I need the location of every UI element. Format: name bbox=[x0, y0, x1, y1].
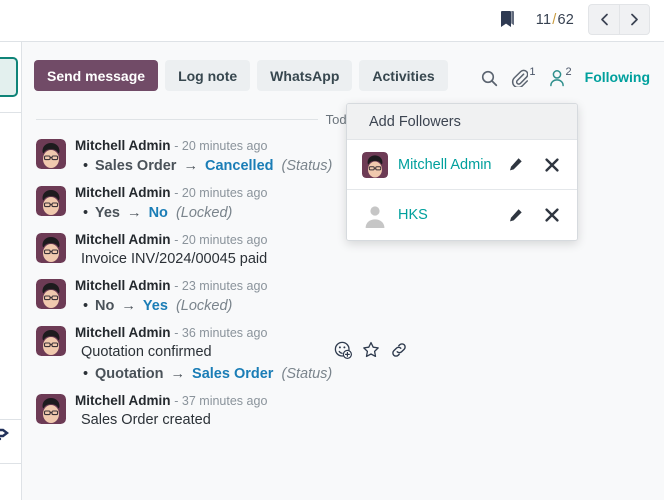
tracking-new-value: Cancelled bbox=[204, 158, 274, 174]
previous-record-button[interactable] bbox=[588, 4, 619, 35]
tracking-old-value: Sales Order bbox=[95, 158, 177, 174]
follower-row: HKS bbox=[347, 190, 577, 240]
pager-buttons bbox=[588, 4, 650, 35]
send-arrow-icon[interactable] bbox=[0, 427, 12, 448]
message-hover-actions bbox=[334, 341, 408, 359]
attachment-count: 1 bbox=[529, 65, 536, 78]
bullet-icon: • bbox=[83, 298, 89, 314]
follower-row: Mitchell Admin bbox=[347, 140, 577, 190]
activities-button[interactable]: Activities bbox=[359, 60, 448, 91]
message-text: Invoice INV/2024/00045 paid bbox=[81, 251, 268, 267]
message-timestamp: - 37 minutes ago bbox=[174, 394, 268, 408]
app-root: 11/62 Send message Log note WhatsApp Act… bbox=[0, 0, 664, 500]
tracking-change: • Quotation → Sales Order (Status) bbox=[75, 363, 650, 385]
close-icon[interactable] bbox=[545, 208, 559, 222]
tracking-old-value: Quotation bbox=[95, 366, 164, 382]
follower-name[interactable]: Mitchell Admin bbox=[398, 157, 498, 173]
tracking-old-value: No bbox=[95, 298, 115, 314]
message-timestamp: - 23 minutes ago bbox=[174, 279, 268, 293]
left-divider bbox=[0, 112, 22, 113]
tracking-change: • No → Yes (Locked) bbox=[75, 295, 650, 317]
tracking-field-name: (Status) bbox=[281, 158, 333, 174]
log-note-button[interactable]: Log note bbox=[165, 60, 251, 91]
divider-line-left bbox=[36, 118, 318, 120]
tracking-arrow-icon: → bbox=[121, 298, 136, 314]
tracking-field-name: (Locked) bbox=[175, 298, 233, 314]
message-author[interactable]: Mitchell Admin bbox=[75, 278, 171, 293]
message-timestamp: - 36 minutes ago bbox=[174, 326, 268, 340]
avatar[interactable] bbox=[36, 326, 66, 356]
message-timestamp: - 20 minutes ago bbox=[174, 139, 268, 153]
avatar[interactable] bbox=[36, 394, 66, 424]
message-author[interactable]: Mitchell Admin bbox=[75, 393, 171, 408]
avatar[interactable] bbox=[36, 233, 66, 263]
mark-todo-star-icon[interactable] bbox=[362, 341, 380, 359]
bullet-icon: • bbox=[83, 205, 89, 221]
pager-total: 62 bbox=[557, 11, 574, 28]
pager-area: 11/62 bbox=[493, 4, 650, 35]
tracking-field-name: (Status) bbox=[281, 366, 333, 382]
left-form-panel bbox=[0, 42, 22, 500]
left-divider-3 bbox=[0, 463, 22, 464]
message-author[interactable]: Mitchell Admin bbox=[75, 325, 171, 340]
message-item: Mitchell Admin - 37 minutes ago Sales Or… bbox=[36, 389, 650, 435]
attachment-button[interactable]: 1 bbox=[511, 65, 536, 87]
message-item: Mitchell Admin - 23 minutes ago • No → Y… bbox=[36, 274, 650, 321]
tracking-new-value: Yes bbox=[142, 298, 168, 314]
bullet-icon: • bbox=[83, 158, 89, 174]
add-reaction-icon[interactable] bbox=[334, 341, 352, 359]
message-body: Mitchell Admin - 37 minutes ago Sales Or… bbox=[75, 392, 650, 431]
bullet-icon: • bbox=[83, 366, 89, 382]
pencil-icon[interactable] bbox=[508, 208, 523, 223]
avatar[interactable] bbox=[36, 186, 66, 216]
message-item: Mitchell Admin - 36 minutes ago Quotatio… bbox=[36, 321, 650, 389]
tracking-new-value: No bbox=[148, 205, 168, 221]
follower-name[interactable]: HKS bbox=[398, 207, 498, 223]
composer-button-group: Send message Log note WhatsApp Activitie… bbox=[34, 60, 448, 91]
search-icon[interactable] bbox=[481, 70, 498, 87]
tracking-arrow-icon: → bbox=[127, 205, 142, 221]
followers-button[interactable]: 2 bbox=[549, 65, 572, 87]
pager-current: 11 bbox=[535, 11, 552, 28]
followers-count: 2 bbox=[565, 65, 572, 78]
tracking-old-value: Yes bbox=[95, 205, 120, 221]
tracking-field-name: (Locked) bbox=[175, 205, 233, 221]
followers-dropdown: Add Followers Mitchell Admin HKS bbox=[346, 103, 578, 241]
avatar bbox=[362, 151, 388, 178]
next-record-button[interactable] bbox=[619, 4, 650, 35]
following-toggle[interactable]: Following bbox=[585, 69, 650, 85]
tracking-new-value: Sales Order bbox=[192, 366, 274, 382]
composer-toolbar: Send message Log note WhatsApp Activitie… bbox=[22, 52, 664, 104]
top-header: 11/62 bbox=[0, 0, 664, 42]
tracking-arrow-icon: → bbox=[183, 158, 198, 174]
pencil-icon[interactable] bbox=[508, 157, 523, 172]
message-author[interactable]: Mitchell Admin bbox=[75, 232, 171, 247]
message-author[interactable]: Mitchell Admin bbox=[75, 138, 171, 153]
close-icon[interactable] bbox=[545, 157, 559, 172]
message-header: Mitchell Admin - 37 minutes ago bbox=[75, 392, 650, 410]
avatar[interactable] bbox=[36, 139, 66, 169]
avatar[interactable] bbox=[36, 279, 66, 309]
tracking-arrow-icon: → bbox=[170, 366, 186, 382]
left-highlighted-field[interactable] bbox=[0, 57, 18, 97]
add-followers-button[interactable]: Add Followers bbox=[347, 104, 577, 140]
message-text: Sales Order created bbox=[81, 412, 211, 428]
message-timestamp: - 20 minutes ago bbox=[174, 186, 268, 200]
pager-counter[interactable]: 11/62 bbox=[532, 12, 578, 28]
bookmark-icon[interactable] bbox=[493, 8, 522, 32]
message-author[interactable]: Mitchell Admin bbox=[75, 185, 171, 200]
whatsapp-button[interactable]: WhatsApp bbox=[257, 60, 353, 91]
message-header: Mitchell Admin - 23 minutes ago bbox=[75, 277, 650, 295]
generic-avatar bbox=[362, 202, 388, 228]
send-message-button[interactable]: Send message bbox=[34, 60, 159, 91]
thread-tools: 1 2 Following bbox=[481, 60, 650, 91]
message-timestamp: - 20 minutes ago bbox=[174, 233, 268, 247]
message-header: Mitchell Admin - 36 minutes ago bbox=[75, 324, 650, 342]
message-body: Mitchell Admin - 23 minutes ago • No → Y… bbox=[75, 277, 650, 317]
copy-link-icon[interactable] bbox=[390, 341, 408, 359]
left-divider-2 bbox=[0, 419, 22, 420]
